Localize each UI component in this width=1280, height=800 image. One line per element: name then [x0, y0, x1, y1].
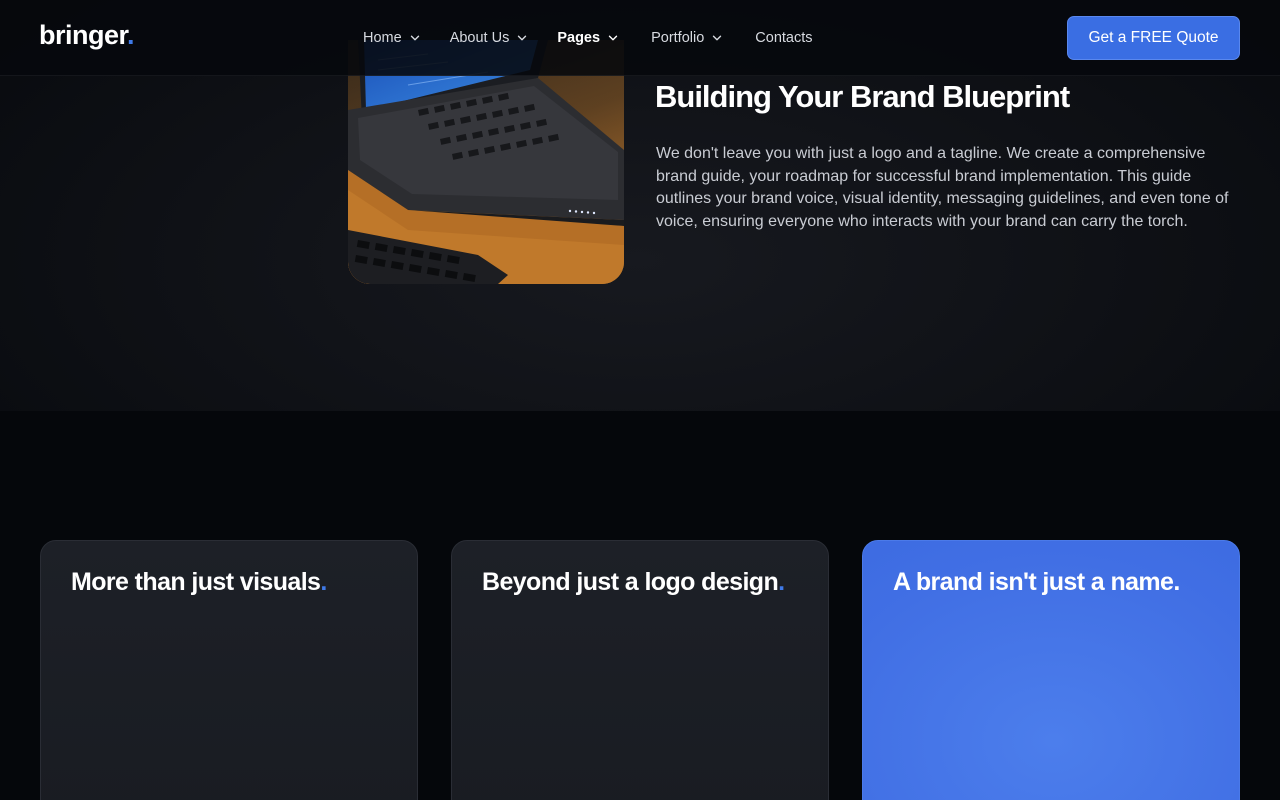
card-title-accent: . — [778, 568, 785, 596]
card-title: A brand isn't just a name. — [893, 568, 1180, 597]
page: bringer. Home About Us Pages Portfolio C… — [0, 0, 1280, 800]
nav-item-label: About Us — [449, 30, 510, 46]
logo-dot: . — [127, 20, 135, 50]
card-title-text: Beyond just a logo design — [482, 568, 779, 596]
card-title-accent: . — [320, 568, 327, 596]
chevron-down-icon — [608, 33, 618, 43]
nav-item-pages[interactable]: Pages — [557, 30, 618, 46]
card-title: Beyond just a logo design. — [482, 568, 785, 597]
nav-item-label: Pages — [557, 30, 601, 46]
feature-card-visuals: More than just visuals. — [40, 540, 418, 800]
card-title-text: More than just visuals — [71, 568, 321, 596]
card-title-text: A brand isn't just a name. — [893, 568, 1180, 596]
nav-item-label: Contacts — [755, 30, 813, 46]
laptop-photo — [348, 40, 624, 284]
feature-card-logo: Beyond just a logo design. — [451, 540, 829, 800]
chevron-down-icon — [517, 33, 527, 43]
nav-item-contacts[interactable]: Contacts — [755, 30, 812, 46]
section-description: We don't leave you with just a logo and … — [656, 145, 1229, 230]
section-title: Building Your Brand Blueprint — [655, 79, 1070, 114]
site-header: bringer. Home About Us Pages Portfolio C… — [0, 0, 1280, 76]
nav-item-portfolio[interactable]: Portfolio — [651, 30, 722, 46]
logo-text: bringer — [39, 20, 128, 50]
chevron-down-icon — [712, 33, 722, 43]
site-logo[interactable]: bringer. — [39, 20, 135, 51]
main-nav: Home About Us Pages Portfolio Contacts — [363, 27, 813, 49]
chevron-down-icon — [410, 33, 420, 43]
get-quote-button[interactable]: Get a FREE Quote — [1067, 16, 1240, 60]
card-title: More than just visuals. — [71, 568, 327, 597]
nav-item-home[interactable]: Home — [363, 30, 420, 46]
nav-item-about-us[interactable]: About Us — [450, 30, 528, 46]
nav-item-label: Portfolio — [651, 30, 705, 46]
nav-item-label: Home — [363, 30, 402, 46]
feature-card-brand-name: A brand isn't just a name. — [862, 540, 1240, 800]
